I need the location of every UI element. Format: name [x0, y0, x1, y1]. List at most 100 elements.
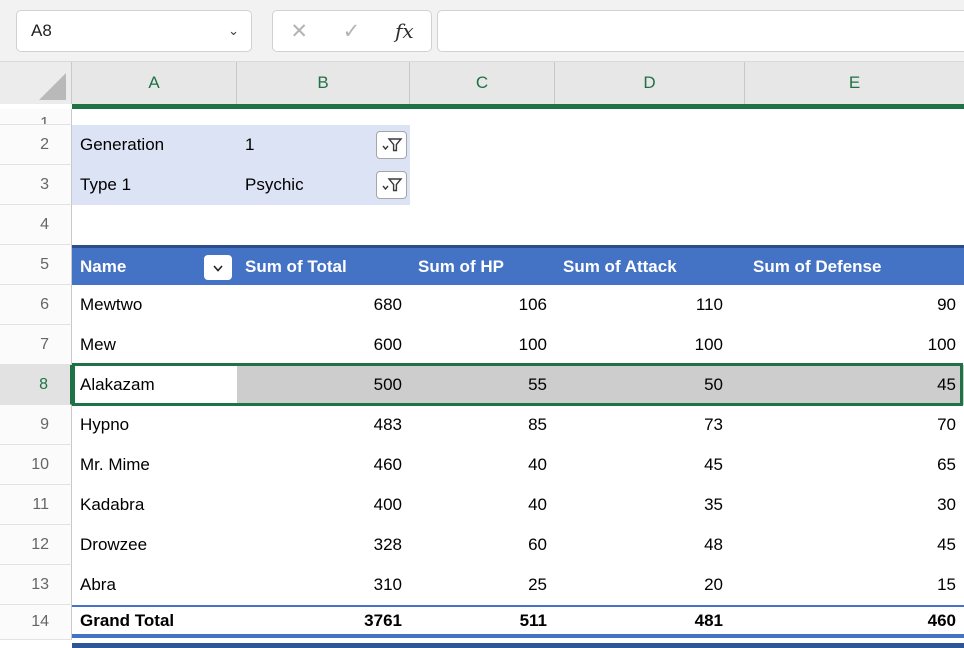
pivot-cell[interactable]: 50: [555, 365, 745, 405]
pivot-cell[interactable]: Mr. Mime: [72, 445, 237, 485]
pivot-header-row: Name Sum of Total Sum of HP Sum of Attac…: [72, 245, 964, 285]
column-header-d[interactable]: D: [555, 62, 745, 104]
pivot-cell[interactable]: 481: [555, 607, 745, 634]
row-header-10[interactable]: 10: [0, 445, 72, 485]
pivot-cell[interactable]: 600: [237, 325, 410, 365]
row-header-13[interactable]: 13: [0, 565, 72, 605]
pivot-cell[interactable]: 106: [410, 285, 555, 325]
row-header-7[interactable]: 7: [0, 325, 72, 365]
row-header-1[interactable]: 1: [0, 109, 72, 125]
pivot-cell[interactable]: 35: [555, 485, 745, 525]
pivot-cell[interactable]: 30: [745, 485, 964, 525]
funnel-filter-icon: [381, 136, 403, 154]
pivot-header-sum-attack[interactable]: Sum of Attack: [555, 248, 745, 285]
pivot-cell[interactable]: 483: [237, 405, 410, 445]
pivot-cell[interactable]: 511: [410, 607, 555, 634]
row-header-3[interactable]: 3: [0, 165, 72, 205]
row-header-8[interactable]: 8: [0, 365, 72, 405]
row-header-11[interactable]: 11: [0, 485, 72, 525]
cancel-icon[interactable]: ✕: [290, 19, 308, 44]
pivot-cell[interactable]: 3761: [237, 607, 410, 634]
pivot-cell[interactable]: Grand Total: [72, 607, 237, 634]
fx-icon[interactable]: fx: [395, 19, 414, 43]
enter-icon[interactable]: ✓: [343, 19, 361, 44]
name-box[interactable]: A8 ⌄: [16, 10, 252, 52]
pivot-cell[interactable]: 20: [555, 565, 745, 605]
pivot-cell[interactable]: 310: [237, 565, 410, 605]
pivot-cell[interactable]: 25: [410, 565, 555, 605]
pivot-cell[interactable]: 328: [237, 525, 410, 565]
pivot-cell[interactable]: 55: [410, 365, 555, 405]
pivot-cell[interactable]: 65: [745, 445, 964, 485]
pivot-row-abra: Abra 310 25 20 15: [72, 565, 964, 605]
row-header-14[interactable]: 14: [0, 605, 72, 640]
column-header-c[interactable]: C: [410, 62, 555, 104]
pivot-row-mew: Mew 600 100 100 100: [72, 325, 964, 365]
filter-value-generation[interactable]: 1: [245, 125, 254, 165]
pivot-cell[interactable]: 110: [555, 285, 745, 325]
pivot-row-hypno: Hypno 483 85 73 70: [72, 405, 964, 445]
active-cell-a8[interactable]: Alakazam: [72, 365, 237, 405]
pivot-cell[interactable]: 85: [410, 405, 555, 445]
generation-filter-button[interactable]: [376, 131, 407, 159]
pivot-cell[interactable]: 40: [410, 485, 555, 525]
pivot-cell[interactable]: 100: [555, 325, 745, 365]
pivot-cell[interactable]: 60: [410, 525, 555, 565]
formula-buttons: ✕ ✓ fx: [272, 10, 432, 52]
pivot-cell[interactable]: Mewtwo: [72, 285, 237, 325]
pivot-cell[interactable]: 45: [745, 365, 964, 405]
select-all-corner[interactable]: [0, 62, 72, 104]
pivot-cell[interactable]: 100: [745, 325, 964, 365]
funnel-filter-icon: [381, 176, 403, 194]
row-header-9[interactable]: 9: [0, 405, 72, 445]
filter-value-type1[interactable]: Psychic: [245, 165, 304, 205]
pivot-row-mewtwo: Mewtwo 680 106 110 90: [72, 285, 964, 325]
pivot-cell[interactable]: 48: [555, 525, 745, 565]
column-header-a[interactable]: A: [72, 62, 237, 104]
pivot-row-kadabra: Kadabra 400 40 35 30: [72, 485, 964, 525]
row-header-4[interactable]: 4: [0, 205, 72, 245]
pivot-cell[interactable]: 73: [555, 405, 745, 445]
pivot-header-sum-total[interactable]: Sum of Total: [237, 248, 410, 285]
row-header-6[interactable]: 6: [0, 285, 72, 325]
pivot-cell[interactable]: 680: [237, 285, 410, 325]
pivot-cell[interactable]: 45: [745, 525, 964, 565]
pivot-cell[interactable]: Drowzee: [72, 525, 237, 565]
select-all-triangle-icon: [39, 73, 66, 100]
formula-input[interactable]: [437, 10, 964, 52]
name-filter-dropdown-button[interactable]: [204, 255, 232, 280]
pivot-header-sum-defense[interactable]: Sum of Defense: [745, 248, 964, 285]
pivot-cell[interactable]: 500: [237, 365, 410, 405]
formula-toolbar: A8 ⌄ ✕ ✓ fx: [0, 0, 964, 62]
pivot-cell[interactable]: 90: [745, 285, 964, 325]
row-header-2[interactable]: 2: [0, 125, 72, 165]
column-header-e[interactable]: E: [745, 62, 964, 104]
chevron-down-icon: [211, 263, 225, 273]
pivot-cell[interactable]: 460: [745, 607, 964, 634]
pivot-cell[interactable]: Kadabra: [72, 485, 237, 525]
pivot-cell[interactable]: Hypno: [72, 405, 237, 445]
column-header-b[interactable]: B: [237, 62, 410, 104]
chevron-down-icon[interactable]: ⌄: [228, 23, 239, 39]
pivot-header-sum-hp[interactable]: Sum of HP: [410, 248, 555, 285]
pivot-cell[interactable]: 100: [410, 325, 555, 365]
filter-label-generation[interactable]: Generation: [80, 125, 164, 165]
pivot-cell[interactable]: Mew: [72, 325, 237, 365]
row-header-5[interactable]: 5: [0, 245, 72, 285]
pivot-cell[interactable]: 400: [237, 485, 410, 525]
pivot-header-name[interactable]: Name: [72, 248, 237, 285]
type1-filter-button[interactable]: [376, 171, 407, 199]
pivot-row-grand-total: Grand Total 3761 511 481 460: [72, 605, 964, 638]
pivot-cell[interactable]: 15: [745, 565, 964, 605]
pivot-cell[interactable]: Abra: [72, 565, 237, 605]
sheet-bottom-border: [72, 643, 964, 648]
pivot-row-drowzee: Drowzee 328 60 48 45: [72, 525, 964, 565]
pivot-cell[interactable]: 460: [237, 445, 410, 485]
filter-label-type1[interactable]: Type 1: [80, 165, 131, 205]
column-header-strip: A B C D E: [0, 62, 964, 104]
pivot-cell[interactable]: 40: [410, 445, 555, 485]
pivot-cell[interactable]: 45: [555, 445, 745, 485]
pivot-cell[interactable]: 70: [745, 405, 964, 445]
pivot-row-alakazam-selected: Alakazam 500 55 50 45: [72, 365, 964, 405]
row-header-12[interactable]: 12: [0, 525, 72, 565]
